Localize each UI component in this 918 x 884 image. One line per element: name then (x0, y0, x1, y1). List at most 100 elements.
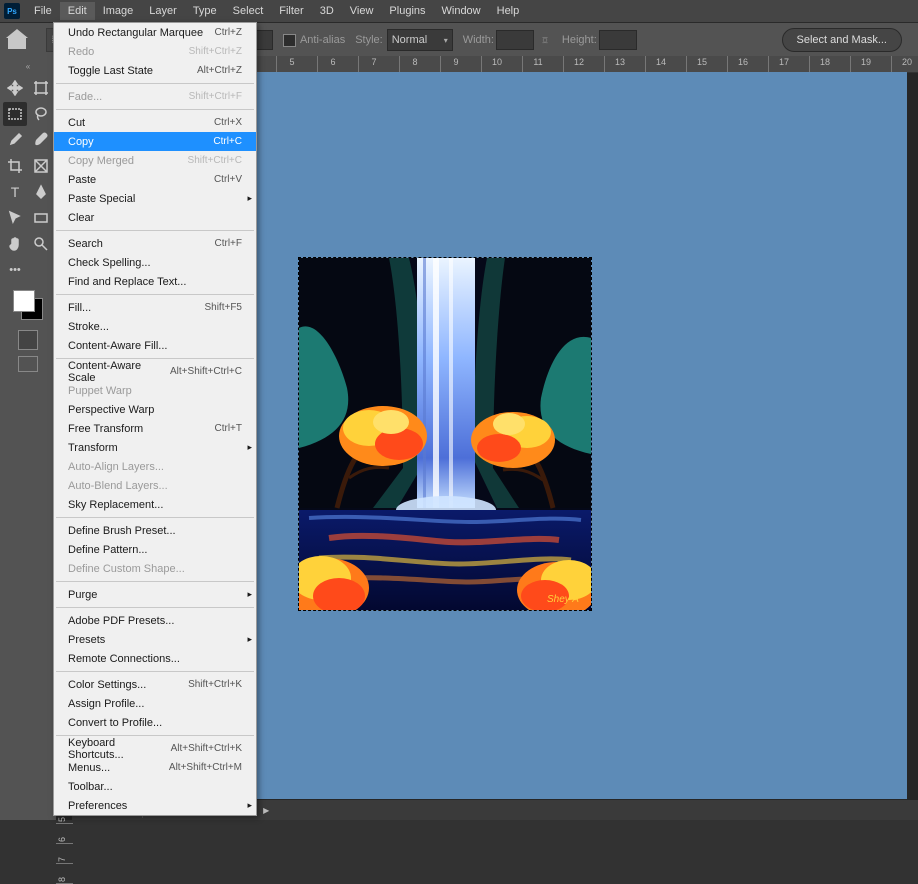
menu-item-auto-blend-layers: Auto-Blend Layers... (54, 476, 256, 495)
menu-filter[interactable]: Filter (271, 2, 311, 20)
menu-item-label: Auto-Blend Layers... (68, 480, 168, 492)
quick-mask-icon[interactable] (18, 330, 38, 350)
menu-item-sky-replacement[interactable]: Sky Replacement... (54, 495, 256, 514)
path-selection-tool[interactable] (3, 206, 27, 230)
menu-item-label: Toggle Last State (68, 65, 153, 77)
eyedropper-tool[interactable] (3, 128, 27, 152)
select-and-mask-button[interactable]: Select and Mask... (782, 28, 903, 52)
menu-item-fill[interactable]: Fill...Shift+F5 (54, 298, 256, 317)
menu-item-content-aware-scale[interactable]: Content-Aware ScaleAlt+Shift+Ctrl+C (54, 362, 256, 381)
menu-plugins[interactable]: Plugins (381, 2, 433, 20)
ruler-tick: 12 (563, 56, 594, 73)
menu-separator (56, 671, 254, 672)
menu-item-label: Auto-Align Layers... (68, 461, 164, 473)
foreground-color-swatch[interactable] (13, 290, 35, 312)
menu-item-define-brush-preset[interactable]: Define Brush Preset... (54, 521, 256, 540)
menu-help[interactable]: Help (489, 2, 528, 20)
type-tool[interactable]: T (3, 180, 27, 204)
ruler-tick: 13 (604, 56, 635, 73)
status-more-icon[interactable]: ▶ (263, 806, 269, 815)
menu-item-free-transform[interactable]: Free TransformCtrl+T (54, 419, 256, 438)
menu-item-label: Copy Merged (68, 155, 134, 167)
menu-3d[interactable]: 3D (312, 2, 342, 20)
menu-item-label: Color Settings... (68, 679, 146, 691)
menu-item-label: Copy (68, 136, 94, 148)
menu-item-adobe-pdf-presets[interactable]: Adobe PDF Presets... (54, 611, 256, 630)
menu-window[interactable]: Window (434, 2, 489, 20)
brush-tool[interactable] (29, 128, 53, 152)
screen-mode-icon[interactable] (18, 356, 38, 372)
link-icon[interactable] (538, 33, 552, 47)
menu-item-transform[interactable]: Transform (54, 438, 256, 457)
app-icon[interactable]: Ps (4, 3, 20, 19)
menu-item-content-aware-fill[interactable]: Content-Aware Fill... (54, 336, 256, 355)
menu-item-stroke[interactable]: Stroke... (54, 317, 256, 336)
selection-marquee[interactable]: Shey A (298, 257, 592, 611)
menu-layer[interactable]: Layer (141, 2, 185, 20)
menu-file[interactable]: File (26, 2, 60, 20)
menu-item-toolbar[interactable]: Toolbar... (54, 777, 256, 796)
menu-item-copy[interactable]: Copy Ctrl+C (54, 132, 256, 151)
move-tool[interactable] (3, 76, 27, 100)
menu-item-purge[interactable]: Purge (54, 585, 256, 604)
menu-item-check-spelling[interactable]: Check Spelling... (54, 253, 256, 272)
menu-item-toggle-last-state[interactable]: Toggle Last StateAlt+Ctrl+Z (54, 61, 256, 80)
ruler-tick: 6 (317, 56, 348, 73)
menu-item-paste-special[interactable]: Paste Special (54, 189, 256, 208)
menu-item-perspective-warp[interactable]: Perspective Warp (54, 400, 256, 419)
style-select[interactable]: Normal (387, 29, 453, 51)
menu-item-find-and-replace-text[interactable]: Find and Replace Text... (54, 272, 256, 291)
toolbar: « T ••• (0, 56, 56, 820)
menu-item-assign-profile[interactable]: Assign Profile... (54, 694, 256, 713)
zoom-tool[interactable] (29, 232, 53, 256)
ruler-tick: 14 (645, 56, 676, 73)
menu-item-remote-connections[interactable]: Remote Connections... (54, 649, 256, 668)
menu-type[interactable]: Type (185, 2, 225, 20)
menu-item-label: Paste (68, 174, 96, 186)
toolbar-collapse-icon[interactable]: « (0, 62, 56, 72)
menu-item-label: Fill... (68, 302, 91, 314)
menu-image[interactable]: Image (95, 2, 142, 20)
menu-item-shortcut: Shift+Ctrl+Z (189, 46, 242, 57)
menu-item-convert-to-profile[interactable]: Convert to Profile... (54, 713, 256, 732)
menu-item-clear[interactable]: Clear (54, 208, 256, 227)
menu-select[interactable]: Select (225, 2, 272, 20)
menu-item-presets[interactable]: Presets (54, 630, 256, 649)
height-label: Height: (562, 34, 597, 46)
menu-item-label: Define Custom Shape... (68, 563, 185, 575)
menu-view[interactable]: View (342, 2, 382, 20)
height-input[interactable] (599, 30, 637, 50)
frame-tool[interactable] (29, 154, 53, 178)
menu-item-keyboard-shortcuts[interactable]: Keyboard Shortcuts...Alt+Shift+Ctrl+K (54, 739, 256, 758)
menu-item-search[interactable]: SearchCtrl+F (54, 234, 256, 253)
lasso-tool[interactable] (29, 102, 53, 126)
crop-tool[interactable] (3, 154, 27, 178)
menu-item-label: Search (68, 238, 103, 250)
hand-tool[interactable] (3, 232, 27, 256)
menu-edit[interactable]: Edit (60, 2, 95, 20)
edit-toolbar-icon[interactable]: ••• (3, 258, 27, 282)
width-input[interactable] (496, 30, 534, 50)
menu-item-cut[interactable]: CutCtrl+X (54, 113, 256, 132)
menu-item-menus[interactable]: Menus...Alt+Shift+Ctrl+M (54, 758, 256, 777)
menu-item-label: Fade... (68, 91, 102, 103)
menu-item-shortcut: Ctrl+X (214, 117, 242, 128)
color-swatches[interactable] (13, 290, 43, 320)
menu-item-preferences[interactable]: Preferences (54, 796, 256, 815)
menu-item-undo-rectangular-marquee[interactable]: Undo Rectangular MarqueeCtrl+Z (54, 23, 256, 42)
menu-separator (56, 109, 254, 110)
rectangular-marquee-tool[interactable] (3, 102, 27, 126)
home-icon[interactable] (8, 31, 28, 49)
ruler-tick: 8 (56, 852, 73, 884)
artboard-tool[interactable] (29, 76, 53, 100)
ruler-tick: 9 (440, 56, 471, 73)
menu-item-paste[interactable]: PasteCtrl+V (54, 170, 256, 189)
menu-item-shortcut: Ctrl+C (213, 136, 242, 147)
menu-item-label: Menus... (68, 762, 110, 774)
rectangle-tool[interactable] (29, 206, 53, 230)
pen-tool[interactable] (29, 180, 53, 204)
menu-item-define-pattern[interactable]: Define Pattern... (54, 540, 256, 559)
menu-item-label: Free Transform (68, 423, 143, 435)
menu-item-color-settings[interactable]: Color Settings...Shift+Ctrl+K (54, 675, 256, 694)
menu-separator (56, 607, 254, 608)
